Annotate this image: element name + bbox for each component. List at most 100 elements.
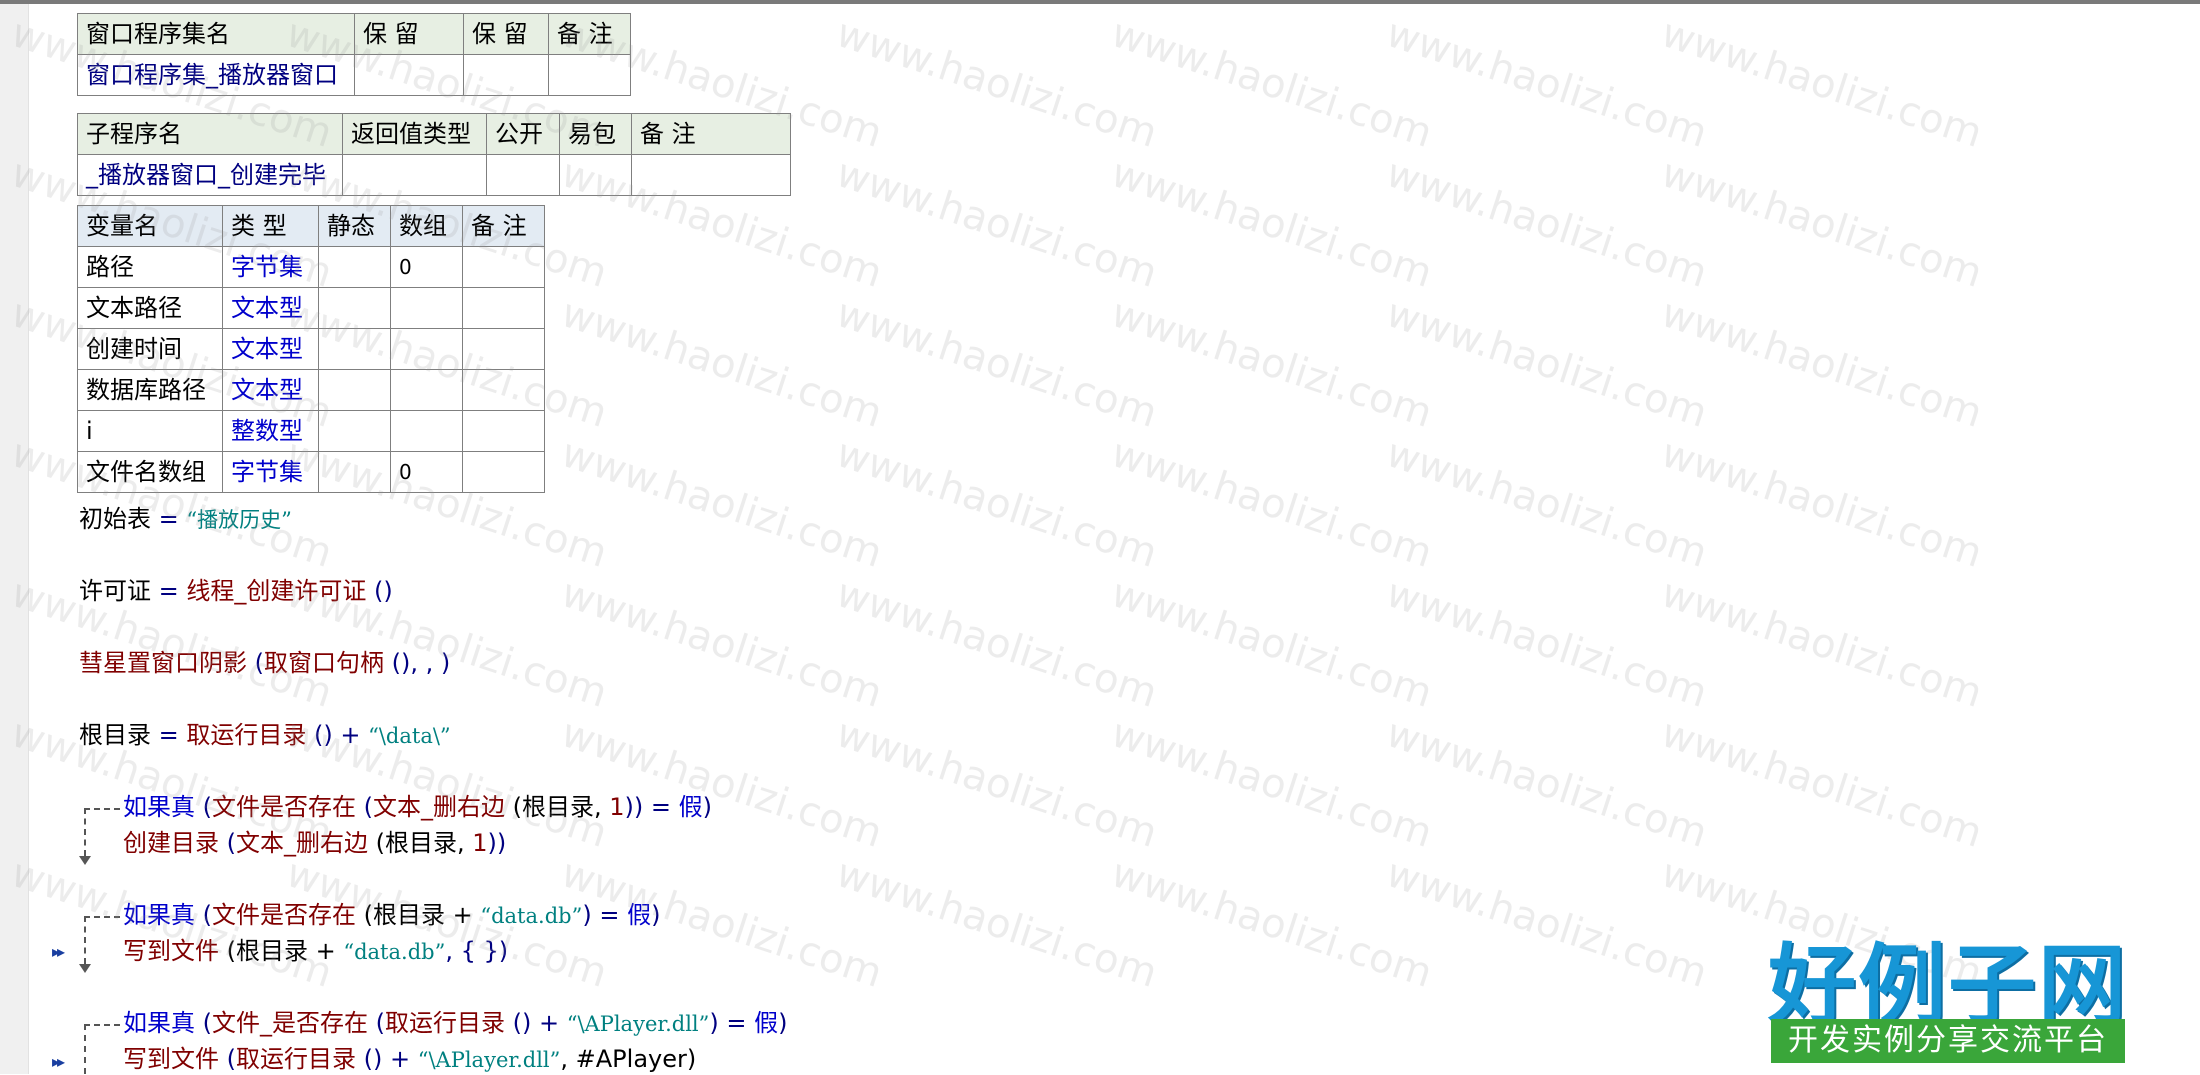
assembly-header-reserved-1: 保 留: [354, 13, 464, 55]
sub-name-cell[interactable]: _播放器窗口_创建完毕: [77, 154, 343, 196]
code-line-if-dll-exists[interactable]: 如果真 (文件_是否存在 (取运行目录 () + “\APlayer.dll”)…: [123, 1008, 788, 1039]
code-line-root-dir[interactable]: 根目录 = 取运行目录 () + “\data\”: [79, 720, 451, 751]
var-name-cell[interactable]: 路径: [77, 246, 223, 288]
code-token: 许可证: [79, 577, 151, 605]
code-editor[interactable]: 窗口程序集名 保 留 保 留 备 注 窗口程序集_播放器窗口 子程序名 返回值类…: [0, 0, 2200, 1074]
var-array-cell[interactable]: [390, 410, 463, 452]
breakpoint-marker-icon[interactable]: ▸▸: [52, 1052, 65, 1071]
code-line-write-db[interactable]: 写到文件 (根目录 + “data.db”, { }): [123, 936, 508, 967]
code-number: 1: [472, 829, 488, 857]
code-token: (根目录,: [368, 829, 473, 857]
var-name-cell[interactable]: 文本路径: [77, 287, 223, 329]
var-array-cell[interactable]: [390, 287, 463, 329]
code-token: ) =: [709, 1009, 755, 1037]
var-static-cell[interactable]: [318, 369, 391, 411]
sub-header-epackage: 易包: [559, 113, 632, 155]
code-token: () +: [505, 1009, 567, 1037]
code-token: =: [151, 577, 187, 605]
var-static-cell[interactable]: [318, 410, 391, 452]
code-string: “\APlayer.dll”: [417, 1048, 561, 1072]
var-static-cell[interactable]: [318, 246, 391, 288]
code-number: 1: [609, 793, 625, 821]
code-function: 线程_创建许可证: [186, 577, 367, 605]
var-type-cell[interactable]: 文本型: [222, 369, 319, 411]
code-token: ): [651, 901, 661, 929]
code-token: 初始表: [79, 505, 151, 533]
code-token: (: [368, 1009, 385, 1037]
var-header-type: 类 型: [222, 205, 319, 247]
code-token: () +: [356, 1045, 418, 1073]
sub-header-note: 备 注: [631, 113, 791, 155]
var-array-cell[interactable]: [390, 369, 463, 411]
var-type-cell[interactable]: 文本型: [222, 287, 319, 329]
code-function: 取窗口句柄: [264, 649, 384, 677]
code-line-window-shadow[interactable]: 彗星置窗口阴影 (取窗口句柄 (), , ): [79, 648, 450, 678]
logo-subtitle: 开发实例分享交流平台: [1771, 1019, 2125, 1063]
sub-epackage-cell[interactable]: [559, 154, 632, 196]
code-token: (: [247, 649, 264, 677]
var-note-cell[interactable]: [462, 246, 545, 288]
code-function: 文件是否存在: [212, 901, 356, 929]
assembly-name-cell[interactable]: 窗口程序集_播放器窗口: [77, 54, 355, 96]
table-row[interactable]: 路径 字节集 0: [77, 246, 545, 288]
flow-arrow-icon: [79, 964, 91, 973]
var-header-name: 变量名: [77, 205, 223, 247]
assembly-reserved-cell-2[interactable]: [463, 54, 549, 96]
code-keyword: 如果真: [123, 901, 195, 929]
var-array-cell[interactable]: [390, 328, 463, 370]
var-type-cell[interactable]: 字节集: [222, 451, 319, 493]
code-token: (: [219, 1045, 236, 1073]
code-line-create-dir[interactable]: 创建目录 (文本_删右边 (根目录, 1)): [123, 828, 506, 858]
var-static-cell[interactable]: [318, 328, 391, 370]
table-row[interactable]: 文本路径 文本型: [77, 287, 545, 329]
sub-public-cell[interactable]: [486, 154, 560, 196]
var-array-cell[interactable]: 0: [390, 451, 463, 493]
var-note-cell[interactable]: [462, 328, 545, 370]
var-name-cell[interactable]: 创建时间: [77, 328, 223, 370]
var-note-cell[interactable]: [462, 287, 545, 329]
var-type-cell[interactable]: 字节集: [222, 246, 319, 288]
sub-return-type-cell[interactable]: [342, 154, 487, 196]
table-row[interactable]: 数据库路径 文本型: [77, 369, 545, 411]
table-row[interactable]: i 整数型: [77, 410, 545, 452]
var-static-cell[interactable]: [318, 287, 391, 329]
var-static-cell[interactable]: [318, 451, 391, 493]
code-keyword: 假: [627, 901, 652, 929]
code-keyword: 如果真: [123, 793, 195, 821]
code-line-write-dll[interactable]: 写到文件 (取运行目录 () + “\APlayer.dll”, #APlaye…: [123, 1044, 696, 1075]
var-note-cell[interactable]: [462, 451, 545, 493]
flow-line: [84, 916, 86, 964]
sub-header-return-type: 返回值类型: [342, 113, 487, 155]
flow-connector: [84, 808, 120, 810]
code-function: 文本_删右边: [236, 829, 368, 857]
code-token: )): [487, 829, 507, 857]
table-row[interactable]: 创建时间 文本型: [77, 328, 545, 370]
table-row[interactable]: 文件名数组 字节集 0: [77, 451, 545, 493]
var-note-cell[interactable]: [462, 369, 545, 411]
var-array-cell[interactable]: 0: [390, 246, 463, 288]
breakpoint-marker-icon[interactable]: ▸▸: [52, 942, 65, 961]
code-line-license[interactable]: 许可证 = 线程_创建许可证 (): [79, 576, 393, 606]
code-function: 文件是否存在: [212, 793, 356, 821]
code-token: ): [778, 1009, 788, 1037]
assembly-note-cell[interactable]: [548, 54, 631, 96]
var-type-cell[interactable]: 整数型: [222, 410, 319, 452]
code-function: 写到文件: [123, 1045, 219, 1073]
code-function: 文本_删右边: [373, 793, 505, 821]
code-line-if-dir-exists[interactable]: 如果真 (文件是否存在 (文本_删右边 (根目录, 1)) = 假): [123, 792, 712, 822]
var-name-cell[interactable]: 数据库路径: [77, 369, 223, 411]
code-keyword: 如果真: [123, 1009, 195, 1037]
code-function: 取运行目录: [186, 721, 307, 749]
code-function: 取运行目录: [236, 1045, 356, 1073]
var-note-cell[interactable]: [462, 410, 545, 452]
assembly-reserved-cell-1[interactable]: [354, 54, 464, 96]
sub-note-cell[interactable]: [631, 154, 791, 196]
code-line-if-db-exists[interactable]: 如果真 (文件是否存在 (根目录 + “data.db”) = 假): [123, 900, 660, 931]
var-type-cell[interactable]: 文本型: [222, 328, 319, 370]
code-function: 写到文件: [123, 937, 219, 965]
code-token: (: [219, 829, 236, 857]
var-name-cell[interactable]: i: [77, 410, 223, 452]
code-line-init-table[interactable]: 初始表 = “播放历史”: [79, 504, 292, 535]
var-name-cell[interactable]: 文件名数组: [77, 451, 223, 493]
assembly-header-note: 备 注: [548, 13, 631, 55]
